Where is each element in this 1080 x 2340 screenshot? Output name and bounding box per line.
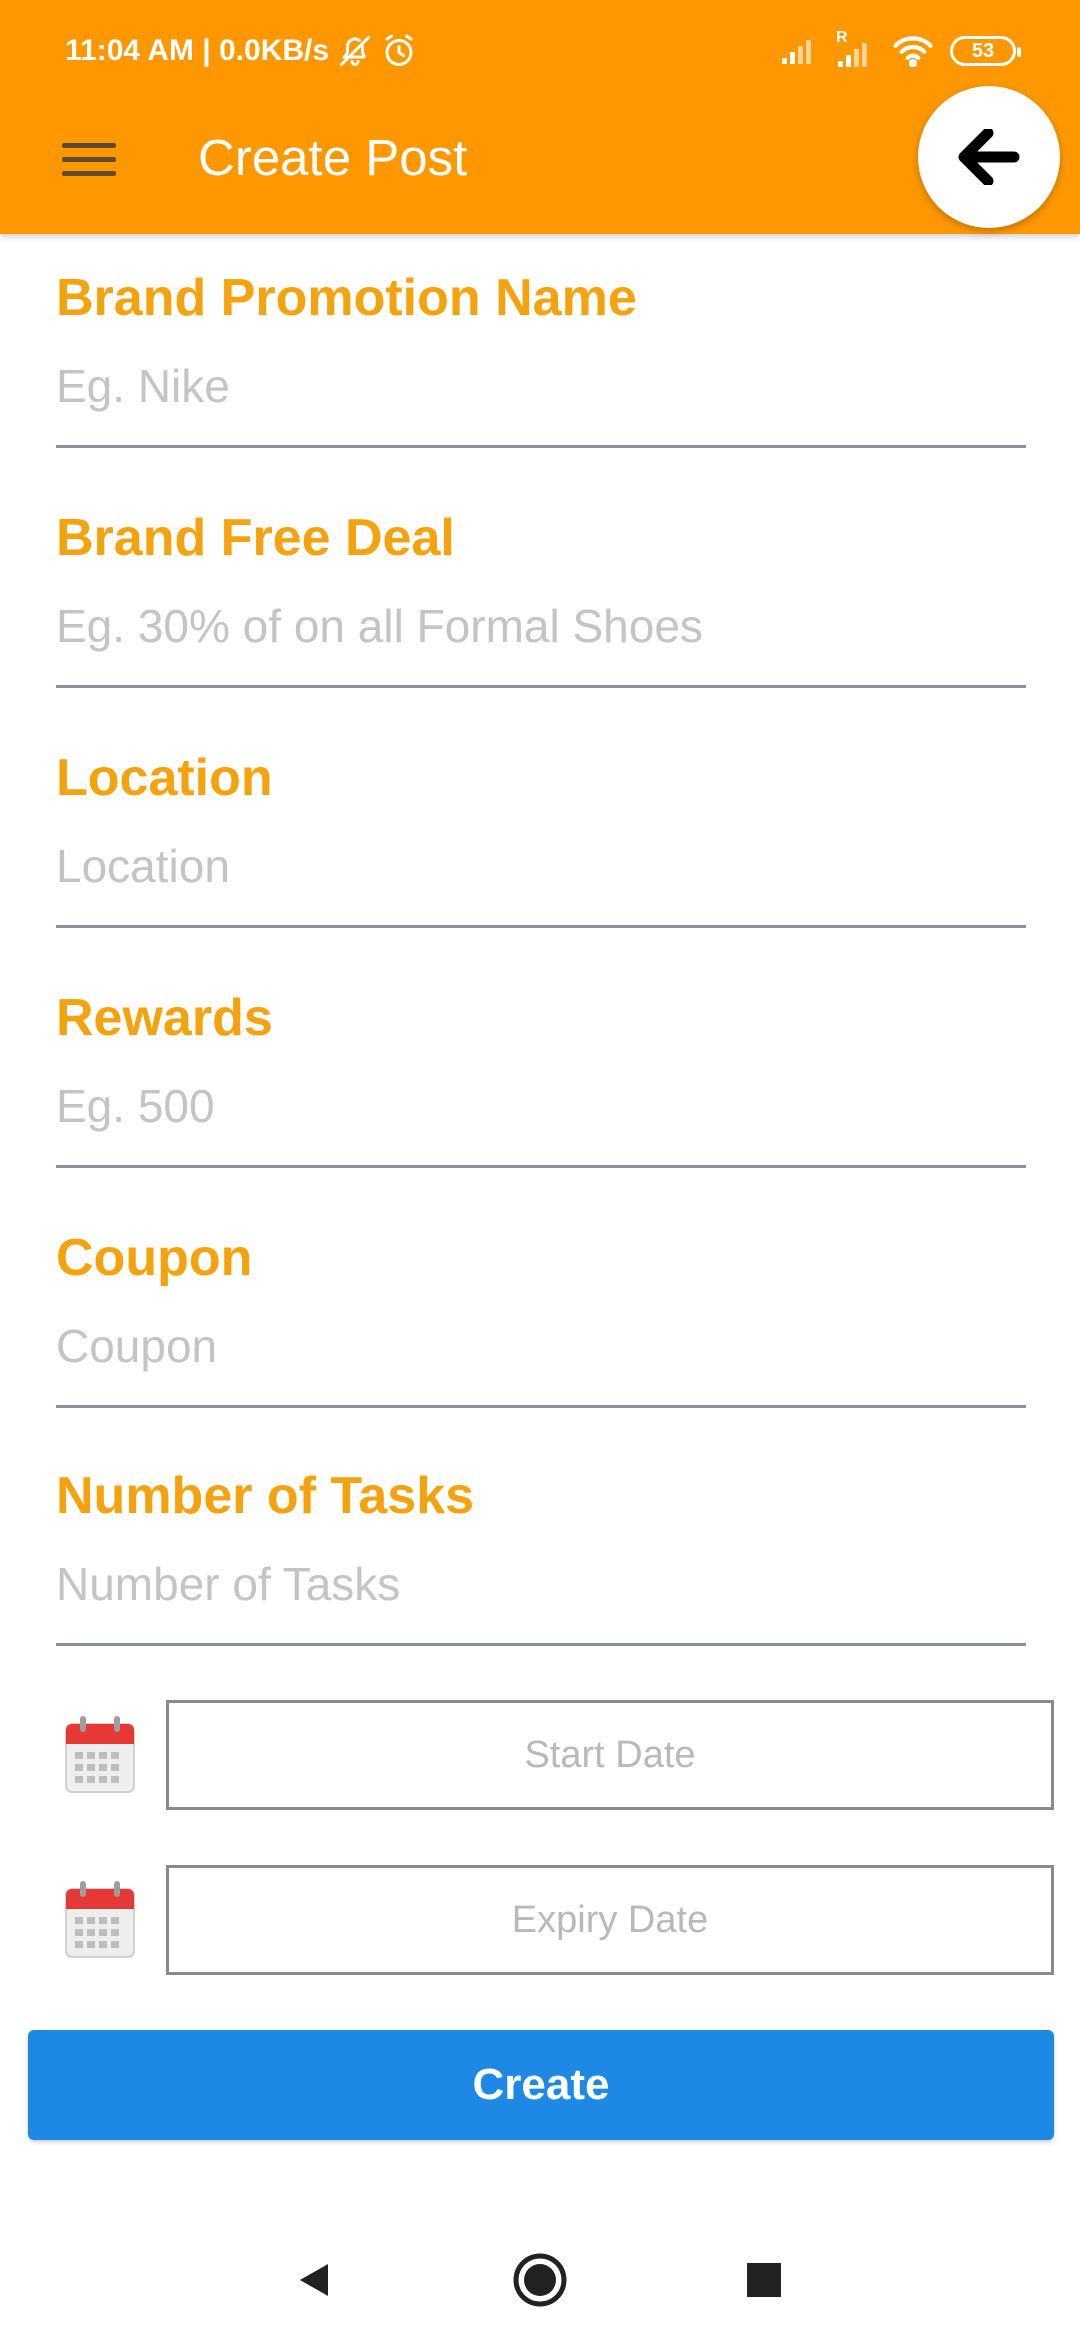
field-label: Coupon bbox=[56, 1229, 253, 1287]
battery-level: 53 bbox=[971, 39, 995, 62]
field-underline bbox=[56, 1165, 1026, 1168]
status-time-info: 11:04 AM | 0.0KB/s bbox=[65, 34, 330, 67]
field-label: Location bbox=[56, 749, 273, 807]
field-coupon: Coupon bbox=[56, 1194, 1026, 1408]
location-input[interactable] bbox=[56, 828, 1026, 904]
status-left: 11:04 AM | 0.0KB/s bbox=[65, 28, 417, 74]
field-rewards: Rewards bbox=[56, 954, 1026, 1168]
page-title: Create Post bbox=[198, 129, 468, 186]
field-underline bbox=[56, 685, 1026, 688]
hamburger-menu-icon[interactable] bbox=[62, 140, 116, 180]
expiry-date-row: Expiry Date bbox=[0, 1865, 1080, 1975]
wifi-icon bbox=[892, 35, 934, 67]
signal-icon bbox=[780, 36, 820, 66]
battery-icon: 53 bbox=[950, 36, 1021, 66]
home-circle-icon[interactable] bbox=[510, 2250, 570, 2310]
alarm-icon bbox=[381, 33, 417, 69]
field-underline bbox=[56, 445, 1026, 448]
app-bar: 11:04 AM | 0.0KB/s R 53 Create Post bbox=[0, 0, 1080, 234]
field-brand-promotion-name: Brand Promotion Name bbox=[56, 234, 1026, 448]
coupon-input[interactable] bbox=[56, 1308, 1026, 1384]
signal-roaming-icon: R bbox=[836, 29, 876, 69]
field-label: Brand Promotion Name bbox=[56, 269, 637, 327]
field-underline bbox=[56, 1405, 1026, 1408]
create-button[interactable]: Create bbox=[28, 2030, 1054, 2140]
calendar-icon[interactable] bbox=[64, 1714, 136, 1794]
field-underline bbox=[56, 925, 1026, 928]
field-brand-free-deal: Brand Free Deal bbox=[56, 474, 1026, 688]
expiry-date-field[interactable]: Expiry Date bbox=[166, 1865, 1054, 1975]
field-label: Brand Free Deal bbox=[56, 509, 455, 567]
start-date-field[interactable]: Start Date bbox=[166, 1700, 1054, 1810]
recents-square-icon[interactable] bbox=[734, 2250, 794, 2310]
field-location: Location bbox=[56, 714, 1026, 928]
status-right: R 53 bbox=[780, 28, 1021, 74]
rewards-input[interactable] bbox=[56, 1068, 1026, 1144]
bell-off-icon bbox=[337, 33, 373, 69]
brand-free-deal-input[interactable] bbox=[56, 588, 1026, 664]
arrow-left-icon bbox=[958, 129, 1020, 185]
back-triangle-icon[interactable] bbox=[284, 2250, 344, 2310]
field-label: Number of Tasks bbox=[56, 1467, 475, 1525]
system-nav-bar bbox=[0, 2220, 1080, 2340]
start-date-row: Start Date bbox=[0, 1700, 1080, 1810]
field-number-of-tasks: Number of Tasks bbox=[56, 1432, 1026, 1646]
field-underline bbox=[56, 1643, 1026, 1646]
calendar-icon[interactable] bbox=[64, 1879, 136, 1959]
back-button[interactable] bbox=[918, 86, 1060, 228]
number-of-tasks-input[interactable] bbox=[56, 1546, 1026, 1622]
brand-promotion-name-input[interactable] bbox=[56, 348, 1026, 424]
field-label: Rewards bbox=[56, 989, 273, 1047]
status-bar: 11:04 AM | 0.0KB/s R 53 bbox=[0, 0, 1080, 100]
